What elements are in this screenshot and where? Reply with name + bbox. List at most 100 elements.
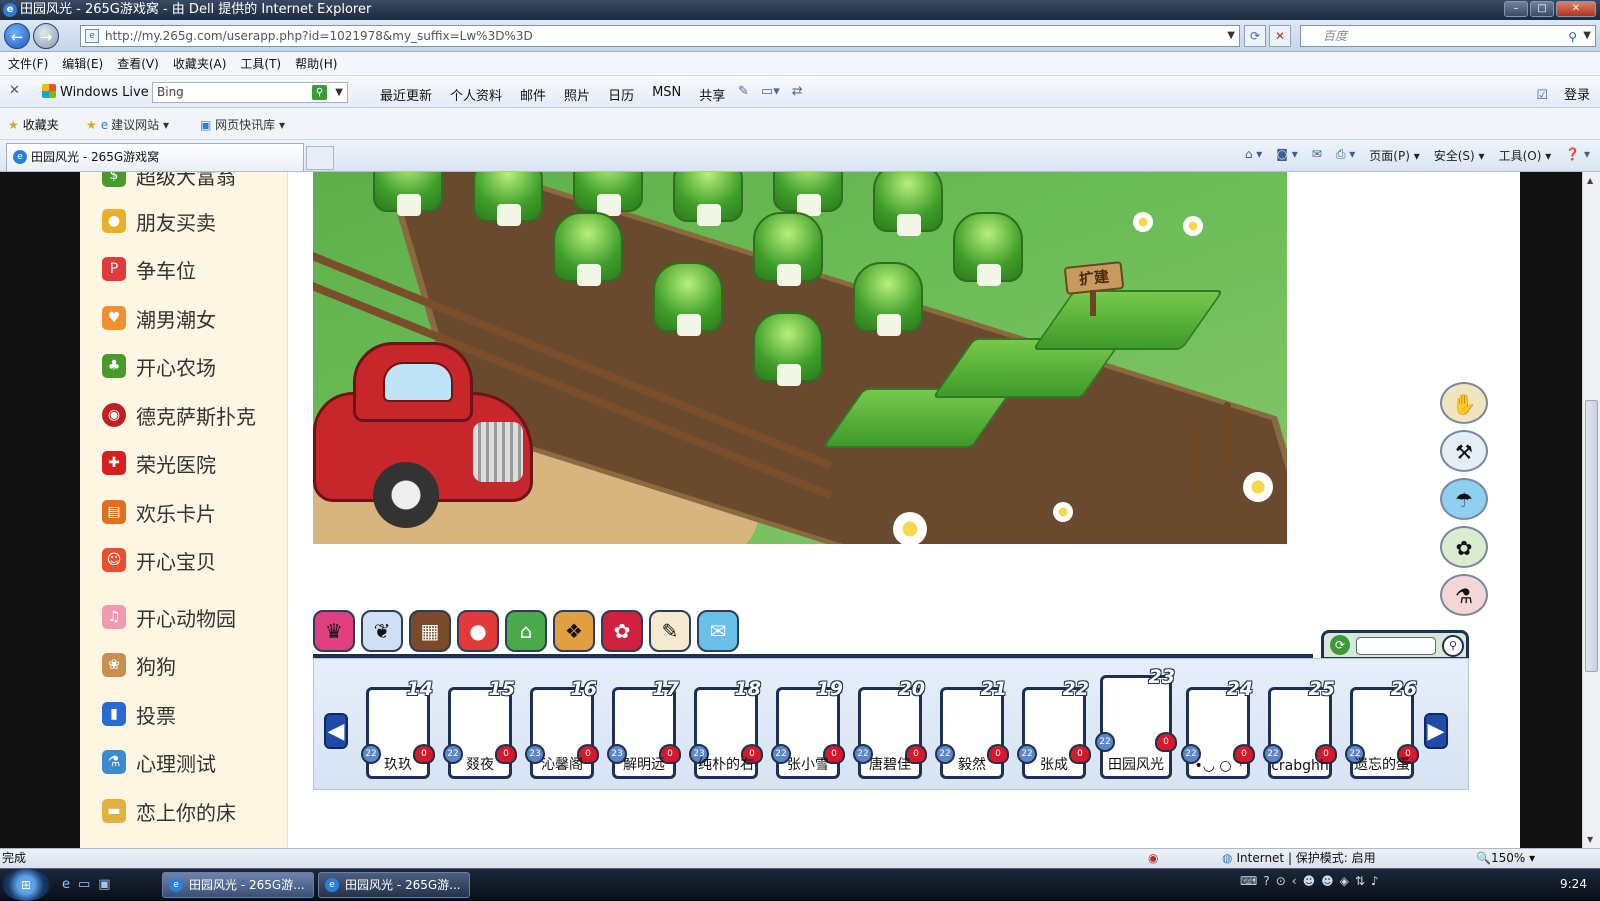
next-friends-button[interactable]: ▶: [1424, 713, 1448, 749]
search-icon[interactable]: ⚲: [1568, 27, 1577, 47]
live-link-share[interactable]: 共享: [699, 85, 725, 104]
close-window-button[interactable]: ✕: [1556, 1, 1596, 17]
friend-search-input[interactable]: [1356, 637, 1436, 655]
watering-can-icon[interactable]: ☂: [1440, 478, 1488, 520]
crop-plot[interactable]: [673, 172, 743, 226]
qq-icon[interactable]: ☻: [1303, 874, 1316, 888]
sidebar-item-dog[interactable]: ❀ 狗狗: [102, 650, 176, 680]
menu-view[interactable]: 查看(V): [117, 55, 159, 72]
add-favorite-icon[interactable]: ★: [86, 118, 97, 132]
friend-card[interactable]: 18 23 0 纯朴的右: [689, 678, 763, 779]
friend-card[interactable]: 25 22 0 crabghh: [1263, 678, 1337, 779]
friend-card[interactable]: 15 22 0 叕夜: [443, 678, 517, 779]
keyboard-icon[interactable]: ⌨: [1240, 874, 1257, 888]
safety-menu[interactable]: 安全(S) ▾: [1434, 147, 1485, 164]
new-tab-button[interactable]: [306, 146, 334, 170]
vertical-scrollbar[interactable]: ▲ ▼: [1582, 172, 1600, 848]
seed-bag-icon[interactable]: ❦: [361, 610, 403, 652]
friend-card[interactable]: 26 22 0 遗忘的蛋: [1345, 678, 1419, 779]
menu-help[interactable]: 帮助(H): [295, 55, 337, 72]
crop-plot[interactable]: [573, 172, 643, 216]
rose-icon[interactable]: ✿: [601, 610, 643, 652]
favorites-button[interactable]: ★ 收藏夹: [8, 116, 59, 133]
messenger-icon[interactable]: ☑: [1536, 88, 1548, 103]
sidebar-item-vote[interactable]: ▮ 投票: [102, 699, 176, 729]
switch-windows-icon[interactable]: ▣: [98, 877, 110, 892]
fertilizer-icon[interactable]: ✿: [1440, 526, 1488, 568]
bing-search-input[interactable]: Bing ⚲ ▼: [152, 82, 348, 103]
antivirus-icon[interactable]: ◈: [1340, 874, 1349, 888]
tray-arrow-icon[interactable]: ‹: [1292, 874, 1297, 888]
sidebar-item-parking[interactable]: P 争车位: [102, 254, 196, 284]
friend-card[interactable]: 17 23 0 解明远: [607, 678, 681, 779]
crop-plot[interactable]: [953, 212, 1023, 286]
previous-friends-button[interactable]: ◀: [324, 713, 348, 749]
refresh-friends-icon[interactable]: ⟳: [1330, 635, 1350, 655]
sidebar-item-zoo[interactable]: ♫ 开心动物园: [102, 602, 236, 632]
search-box[interactable]: 百度 ⚲ ▼: [1300, 25, 1596, 47]
friend-card[interactable]: 19 22 0 张小雪: [771, 678, 845, 779]
address-bar[interactable]: e http://my.265g.com/userapp.php?id=1021…: [80, 25, 1240, 47]
help-icon[interactable]: ❓ ▾: [1565, 147, 1590, 164]
suggested-sites-button[interactable]: ★ e 建议网站 ▾: [86, 116, 169, 133]
delivery-truck[interactable]: [313, 342, 543, 528]
friend-search-icon[interactable]: ⚲: [1442, 635, 1464, 657]
feeds-icon[interactable]: ◙ ▾: [1276, 147, 1297, 164]
ie-quicklaunch-icon[interactable]: e: [62, 877, 70, 892]
shop-icon[interactable]: ⌂: [505, 610, 547, 652]
volume-icon[interactable]: ♪: [1371, 874, 1379, 888]
active-tab[interactable]: e 田园风光 - 265G游戏窝: [6, 143, 304, 171]
sidebar-item-cards[interactable]: ▤ 欢乐卡片: [102, 497, 216, 527]
login-link[interactable]: 登录: [1564, 88, 1590, 103]
minimize-button[interactable]: –: [1504, 1, 1528, 17]
crop-plot[interactable]: [873, 172, 943, 236]
crop-plot[interactable]: [753, 212, 823, 286]
friend-card-selected[interactable]: 23 22 0 田园风光: [1095, 666, 1177, 779]
note-icon[interactable]: ✎: [649, 610, 691, 652]
bing-search-go-icon[interactable]: ⚲: [312, 85, 327, 100]
ime-icon[interactable]: ⊙: [1276, 874, 1286, 888]
maximize-button[interactable]: □: [1530, 1, 1554, 17]
shovel-icon[interactable]: ⚒: [1440, 430, 1488, 472]
crop-plot[interactable]: [653, 262, 723, 336]
crop-plot[interactable]: [773, 172, 843, 216]
blog-icon[interactable]: ✎: [738, 84, 749, 99]
page-menu[interactable]: 页面(P) ▾: [1369, 147, 1419, 164]
crop-plot[interactable]: [853, 262, 923, 336]
sidebar-item-trendy[interactable]: ♥ 潮男潮女: [102, 303, 216, 333]
web-slice-gallery-button[interactable]: ▣ 网页快讯库 ▾: [200, 116, 285, 133]
windows-live-brand[interactable]: Windows Live: [42, 84, 149, 100]
menu-edit[interactable]: 编辑(E): [62, 55, 103, 72]
scroll-up-icon[interactable]: ▲: [1587, 176, 1593, 185]
start-button[interactable]: ⊞: [2, 869, 50, 901]
friend-card[interactable]: 20 22 0 唐碧佳: [853, 678, 927, 779]
desktop-icon[interactable]: ▭: [78, 877, 90, 892]
taskbar-item[interactable]: e 田园风光 - 265G游...: [162, 872, 314, 898]
qq-icon-2[interactable]: ☻: [1321, 874, 1334, 888]
forward-button[interactable]: →: [33, 23, 59, 49]
menu-file[interactable]: 文件(F): [8, 55, 48, 72]
menu-tools[interactable]: 工具(T): [240, 55, 281, 72]
search-dropdown-icon[interactable]: ▼: [1583, 26, 1591, 46]
security-zone[interactable]: ◍ Internet | 保护模式: 启用: [1222, 849, 1376, 868]
sidebar-item-friend-trade[interactable]: ● 朋友买卖: [102, 206, 216, 236]
friend-card[interactable]: 16 23 0 沁馨阁: [525, 678, 599, 779]
translate-icon[interactable]: ⇄: [792, 84, 803, 99]
live-link-profile[interactable]: 个人资料: [450, 85, 502, 104]
live-link-photos[interactable]: 照片: [564, 85, 590, 104]
live-link-msn[interactable]: MSN: [652, 85, 681, 104]
refresh-button[interactable]: ⟳: [1244, 25, 1266, 47]
help-tray-icon[interactable]: ?: [1263, 874, 1269, 888]
empty-plot[interactable]: [1031, 290, 1225, 350]
mushroom-icon[interactable]: ●: [457, 610, 499, 652]
close-toolbar-icon[interactable]: ✕: [9, 83, 20, 98]
sidebar-item-poker[interactable]: ◉ 德克萨斯扑克: [102, 400, 256, 430]
friend-card[interactable]: 22 22 0 张成: [1017, 678, 1091, 779]
sidebar-item-bed[interactable]: ▬ 恋上你的床: [102, 796, 236, 826]
address-dropdown-icon[interactable]: ▼: [1227, 26, 1235, 46]
crop-plot[interactable]: [753, 312, 823, 386]
chocolate-icon[interactable]: ▦: [409, 610, 451, 652]
crop-plot[interactable]: [553, 212, 623, 286]
taskbar-item[interactable]: e 田园风光 - 265G游...: [318, 872, 470, 898]
sidebar-item-hospital[interactable]: ✚ 荣光医院: [102, 448, 216, 478]
